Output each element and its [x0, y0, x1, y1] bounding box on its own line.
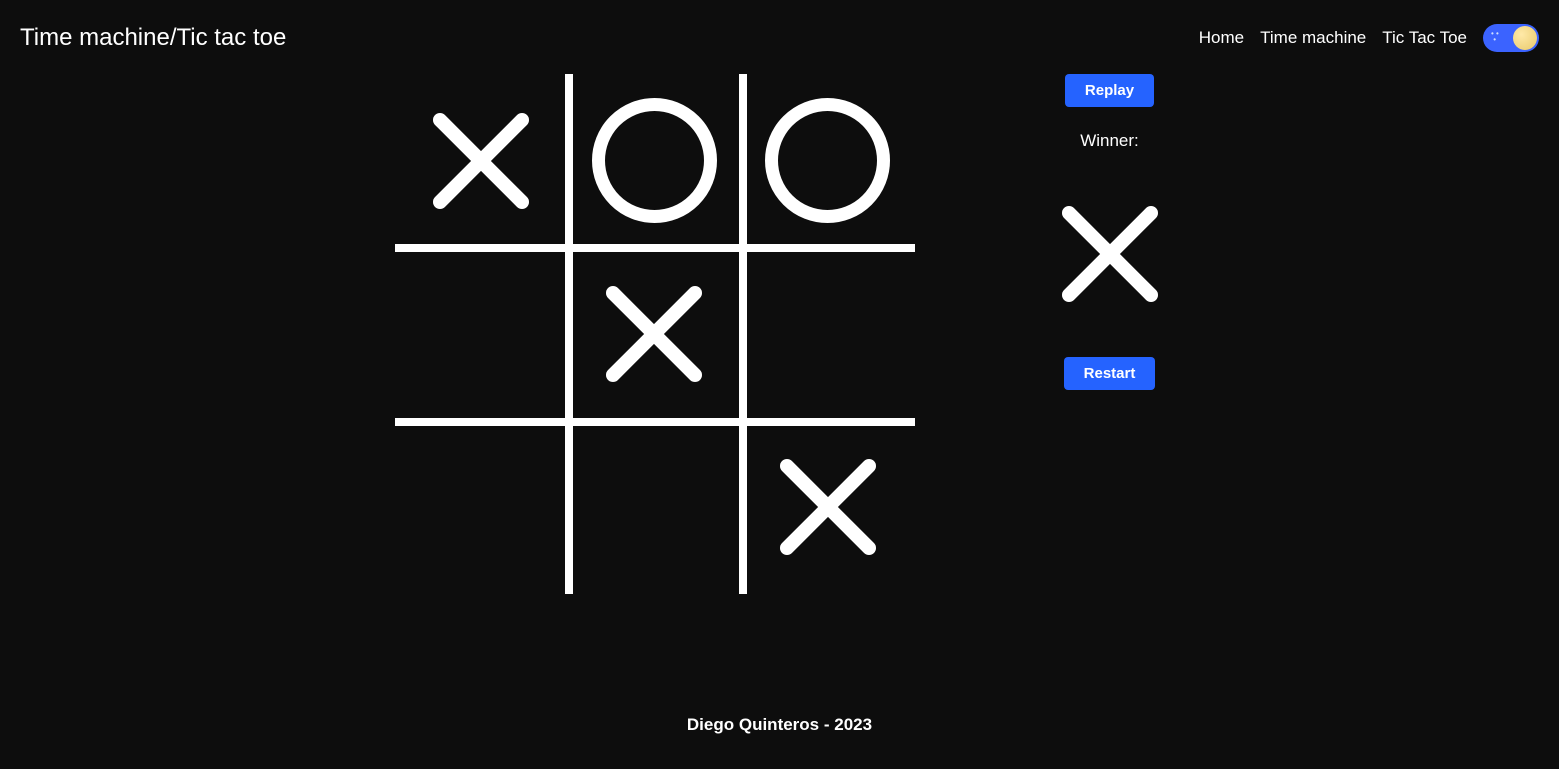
empty-cell: [426, 452, 536, 562]
main: Replay Winner: Restart: [0, 60, 1559, 681]
x-mark-icon: [426, 106, 536, 216]
theme-toggle[interactable]: • • •: [1483, 24, 1539, 52]
x-mark-icon: [773, 452, 883, 562]
nav-time-machine[interactable]: Time machine: [1260, 28, 1366, 48]
x-mark-icon: [1055, 199, 1165, 309]
board-cell-3[interactable]: [395, 247, 568, 420]
restart-button[interactable]: Restart: [1064, 357, 1156, 390]
board-cell-4[interactable]: [568, 247, 741, 420]
board-cell-5[interactable]: [741, 247, 914, 420]
winner-mark: [1055, 199, 1165, 309]
replay-button[interactable]: Replay: [1065, 74, 1154, 107]
board-cell-1[interactable]: [568, 74, 741, 247]
board-cell-0[interactable]: [395, 74, 568, 247]
o-mark-icon: [592, 98, 717, 223]
winner-label: Winner:: [1080, 131, 1139, 151]
empty-cell: [426, 279, 536, 389]
o-mark-icon: [765, 98, 890, 223]
moon-icon: [1513, 26, 1537, 50]
empty-cell: [599, 452, 709, 562]
header: Time machine/Tic tac toe Home Time machi…: [0, 0, 1559, 60]
x-mark-icon: [599, 279, 709, 389]
board-cell-7[interactable]: [568, 421, 741, 594]
nav-home[interactable]: Home: [1199, 28, 1244, 48]
board-cell-8[interactable]: [741, 421, 914, 594]
footer-text: Diego Quinteros - 2023: [687, 715, 872, 734]
page-title: Time machine/Tic tac toe: [20, 24, 286, 52]
main-nav: Home Time machine Tic Tac Toe • • •: [1199, 24, 1539, 52]
stars-icon: • • •: [1491, 31, 1499, 43]
board-cell-2[interactable]: [741, 74, 914, 247]
nav-tic-tac-toe[interactable]: Tic Tac Toe: [1382, 28, 1467, 48]
empty-cell: [773, 279, 883, 389]
footer: Diego Quinteros - 2023: [0, 681, 1559, 769]
side-panel: Replay Winner: Restart: [1055, 74, 1165, 681]
board-cell-6[interactable]: [395, 421, 568, 594]
game-board: [395, 74, 915, 594]
